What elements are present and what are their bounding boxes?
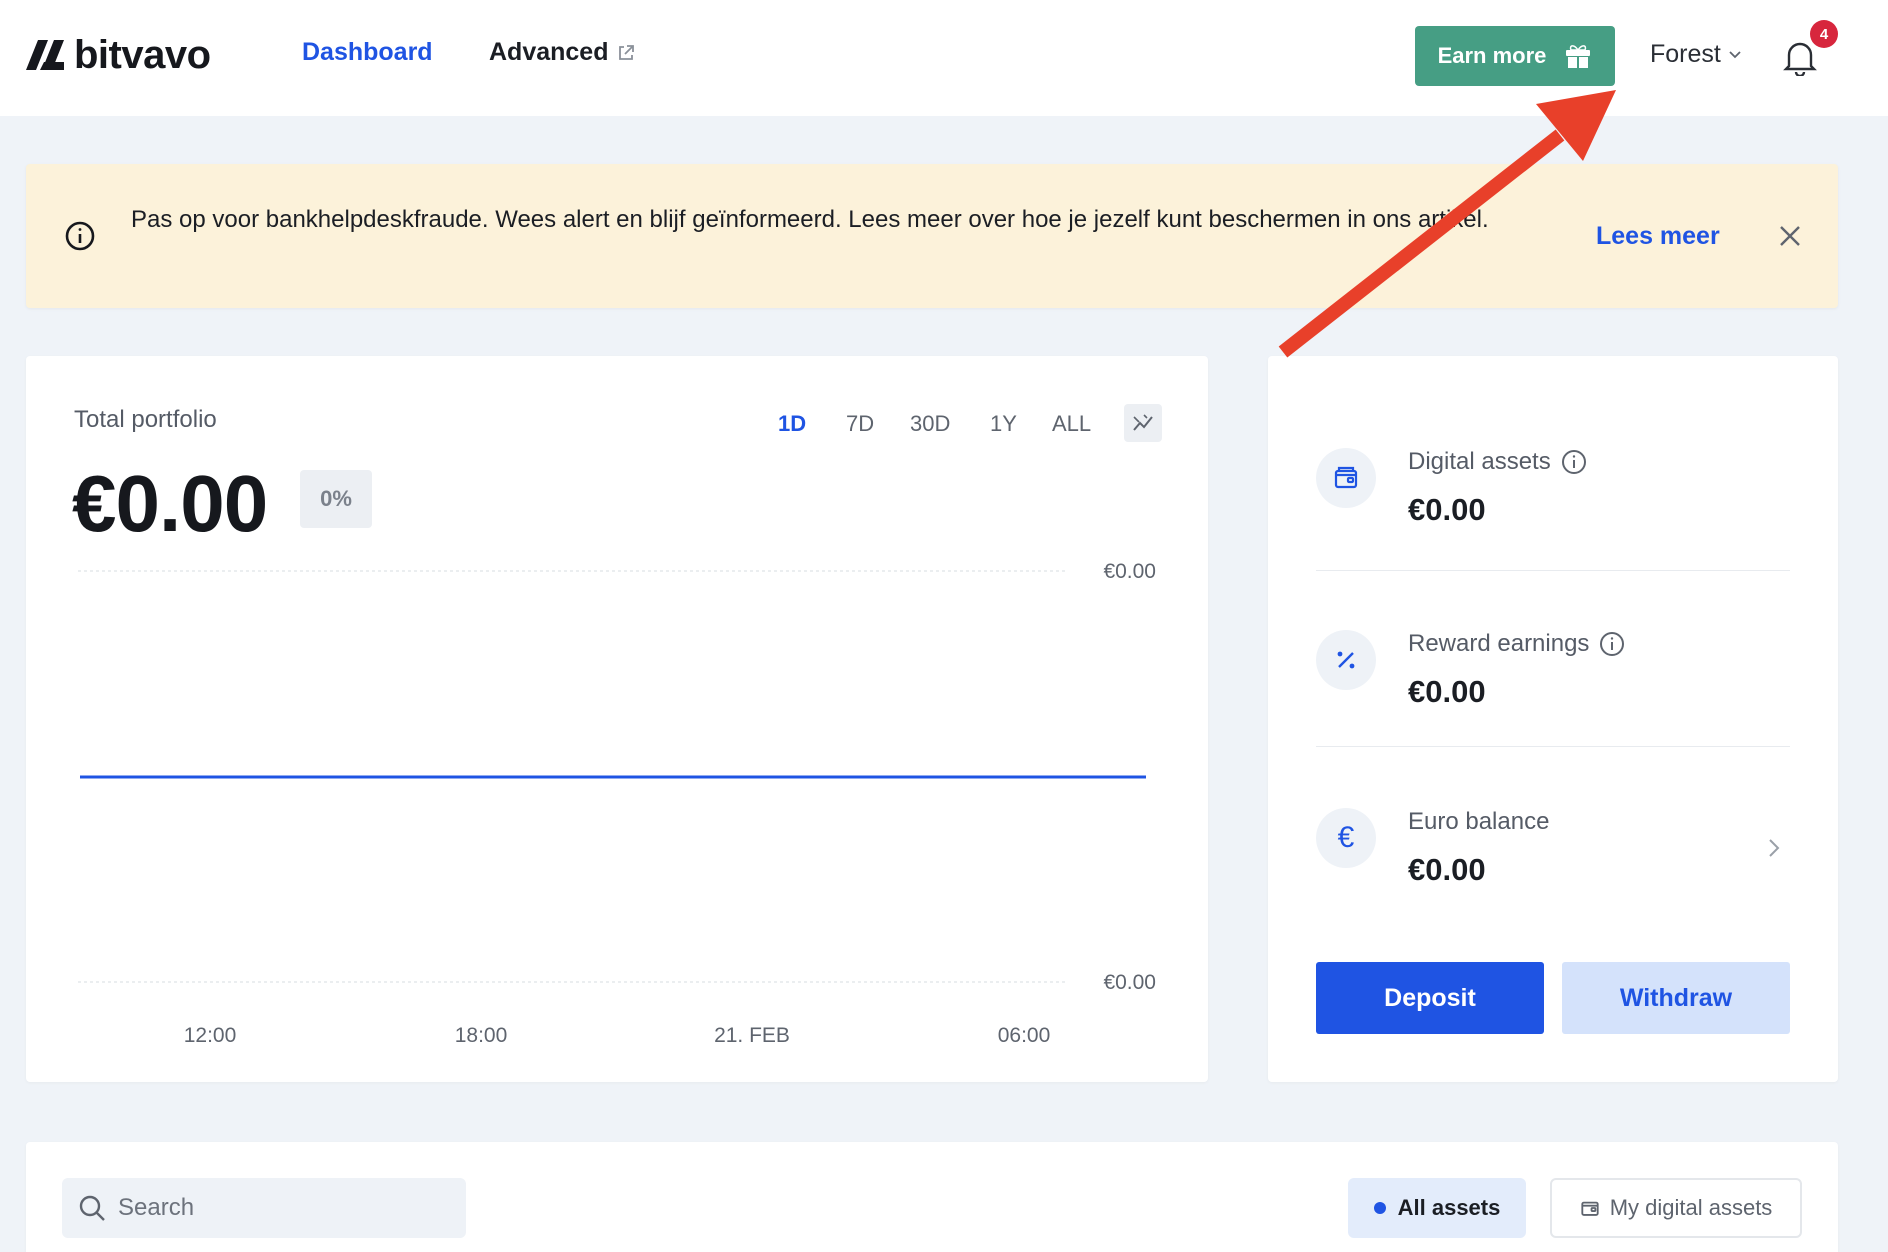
digital-assets-label-text: Digital assets [1408,448,1551,475]
percent-icon [1316,630,1376,690]
fraud-warning-banner: Pas op voor bankhelpdeskfraude. Wees ale… [26,164,1838,308]
info-icon [65,221,95,251]
assets-card: All assets My digital assets [26,1142,1838,1252]
filter-all-label: All assets [1397,1195,1501,1220]
euro-icon: € [1316,808,1376,868]
info-icon[interactable] [1599,631,1625,657]
portfolio-card: Total portfolio €0.00 0% 1D 7D 30D 1Y ALL €0… [26,356,1208,1082]
banner-read-more-link[interactable]: Lees meer [1596,222,1720,251]
earn-more-label: Earn more [1437,43,1547,68]
search-input[interactable] [118,1194,448,1222]
user-name: Forest [1650,40,1721,68]
info-icon[interactable] [1561,449,1587,475]
deposit-button[interactable]: Deposit [1316,962,1544,1034]
withdraw-button[interactable]: Withdraw [1562,962,1790,1034]
x-tick-label: 21. FEB [714,1024,790,1047]
close-icon[interactable] [1776,222,1804,250]
nav-dashboard[interactable]: Dashboard [302,38,433,67]
top-bar: bitvavo Dashboard Advanced Earn more For… [0,0,1888,116]
user-menu[interactable]: Forest [1650,40,1741,69]
notification-badge: 4 [1810,20,1838,48]
euro-balance-value: €0.00 [1408,852,1486,887]
euro-balance-label: Euro balance [1408,808,1550,835]
banner-message: Pas op voor bankhelpdeskfraude. Wees ale… [131,206,1489,233]
filter-all-assets[interactable]: All assets [1348,1178,1526,1238]
logo-text: bitvavo [74,32,211,77]
euro-balance-row[interactable]: € Euro balance €0.00 [1316,808,1790,898]
divider [1316,570,1790,571]
filter-mine-label: My digital assets [1609,1195,1773,1220]
wallet-icon [1316,448,1376,508]
search-box[interactable] [62,1178,466,1238]
x-tick-label: 06:00 [998,1024,1051,1047]
portfolio-chart: €0.00 €0.00 12:00 18:00 21. FEB 06:00 [78,560,1156,1047]
gift-icon [1566,45,1591,68]
x-tick-label: 12:00 [184,1024,237,1047]
balance-card: Digital assets €0.00 Reward earnings €0.… [1268,356,1838,1082]
logo-mark-icon [26,40,64,70]
wallet-icon [1581,1201,1599,1216]
digital-assets-label: Digital assets [1408,448,1587,476]
x-tick-label: 18:00 [455,1024,508,1047]
active-dot-icon [1373,1202,1386,1214]
y-tick-label: €0.00 [1103,560,1156,583]
reward-earnings-label: Reward earnings [1408,630,1625,658]
digital-assets-value: €0.00 [1408,492,1486,527]
search-icon [79,1195,105,1221]
y-tick-label: €0.00 [1103,971,1156,994]
chevron-right-icon[interactable] [1768,838,1780,858]
divider [1316,746,1790,747]
reward-earnings-label-text: Reward earnings [1408,630,1590,657]
chevron-down-icon [1729,50,1741,58]
reward-earnings-value: €0.00 [1408,674,1486,709]
nav-advanced[interactable]: Advanced [489,38,635,67]
digital-assets-row: Digital assets €0.00 [1316,448,1790,538]
filter-my-digital-assets[interactable]: My digital assets [1550,1178,1802,1238]
reward-earnings-row: Reward earnings €0.00 [1316,630,1790,720]
bitvavo-logo[interactable]: bitvavo [26,30,211,80]
external-link-icon [619,44,635,60]
bell-icon[interactable] [1782,38,1818,76]
nav-advanced-label: Advanced [489,38,609,66]
earn-more-button[interactable]: Earn more [1415,26,1615,86]
